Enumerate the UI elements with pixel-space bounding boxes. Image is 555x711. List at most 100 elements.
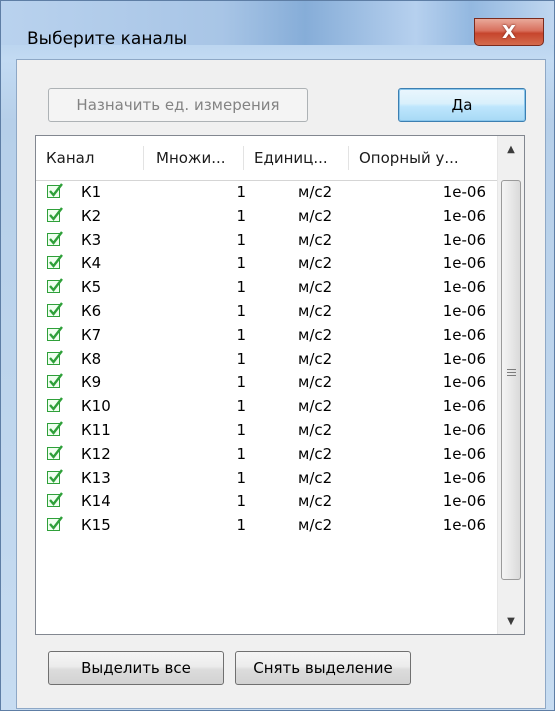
cell-unit: м/с2 <box>298 325 333 344</box>
list-row[interactable]: К13 1 м/с2 1e-06 <box>36 467 498 490</box>
cell-reference: 1e-06 <box>442 254 486 273</box>
cell-unit: м/с2 <box>298 516 333 535</box>
title-bar[interactable]: Выберите каналы X <box>1 1 554 49</box>
cell-reference: 1e-06 <box>442 373 486 392</box>
cell-multiplier: 1 <box>236 206 246 225</box>
column-header-unit[interactable]: Единиц... <box>244 136 349 180</box>
green-check-icon[interactable] <box>47 373 63 389</box>
cell-unit: м/с2 <box>298 492 333 511</box>
green-check-icon[interactable] <box>47 230 63 246</box>
scroll-grip-icon <box>507 369 516 378</box>
cell-multiplier: 1 <box>236 516 246 535</box>
channels-list[interactable]: Канал Множи... Единиц... Опорный у... К1… <box>35 135 525 635</box>
cell-unit: м/с2 <box>298 373 333 392</box>
list-row[interactable]: К11 1 м/с2 1e-06 <box>36 419 498 442</box>
cell-multiplier: 1 <box>236 421 246 439</box>
chevron-up-icon[interactable]: ▲ <box>498 136 524 162</box>
green-check-icon[interactable] <box>47 516 63 532</box>
cell-reference: 1e-06 <box>442 206 486 225</box>
list-row[interactable]: К5 1 м/с2 1e-06 <box>36 276 498 299</box>
cell-multiplier: 1 <box>236 230 246 249</box>
cell-unit: м/с2 <box>298 206 333 225</box>
list-row[interactable]: К10 1 м/с2 1e-06 <box>36 395 498 418</box>
vertical-scrollbar[interactable]: ▲ ▼ <box>497 136 524 634</box>
green-check-icon[interactable] <box>47 468 63 484</box>
cell-reference: 1e-06 <box>442 421 486 439</box>
list-row[interactable]: К2 1 м/с2 1e-06 <box>36 205 498 228</box>
cell-reference: 1e-06 <box>442 325 486 344</box>
cell-channel: К11 <box>81 421 111 439</box>
green-check-icon[interactable] <box>47 302 63 317</box>
green-check-icon[interactable] <box>47 445 63 460</box>
cell-unit: м/с2 <box>298 349 333 368</box>
cell-reference: 1e-06 <box>442 183 486 201</box>
cell-channel: К9 <box>81 373 102 392</box>
cell-reference: 1e-06 <box>442 349 486 368</box>
green-check-icon[interactable] <box>47 492 63 508</box>
cell-channel: К10 <box>81 397 111 416</box>
cell-channel: К15 <box>81 516 111 535</box>
list-row[interactable]: К7 1 м/с2 1e-06 <box>36 324 498 347</box>
list-row[interactable]: К9 1 м/с2 1e-06 <box>36 371 498 394</box>
list-row[interactable]: К8 1 м/с2 1e-06 <box>36 348 498 371</box>
cell-reference: 1e-06 <box>442 516 486 535</box>
scroll-thumb[interactable] <box>501 180 521 580</box>
list-row[interactable]: К6 1 м/с2 1e-06 <box>36 300 498 323</box>
cell-unit: м/с2 <box>298 302 333 320</box>
column-header-multiplier[interactable]: Множи... <box>144 136 244 180</box>
cell-reference: 1e-06 <box>442 468 486 487</box>
window-title: Выберите каналы <box>27 29 188 49</box>
green-check-icon[interactable] <box>47 349 63 365</box>
chevron-down-icon[interactable]: ▼ <box>498 608 524 634</box>
cell-multiplier: 1 <box>236 325 246 344</box>
list-header: Канал Множи... Единиц... Опорный у... <box>36 136 498 181</box>
cell-unit: м/с2 <box>298 397 333 416</box>
cell-unit: м/с2 <box>298 421 333 439</box>
cell-channel: К3 <box>81 230 102 249</box>
cell-channel: К5 <box>81 278 102 297</box>
column-header-reference[interactable]: Опорный у... <box>349 136 498 180</box>
cell-channel: К4 <box>81 254 102 273</box>
list-row[interactable]: К4 1 м/с2 1e-06 <box>36 252 498 275</box>
cell-reference: 1e-06 <box>442 397 486 416</box>
green-check-icon[interactable] <box>47 183 63 198</box>
close-button[interactable]: X <box>474 18 544 46</box>
column-header-channel[interactable]: Канал <box>36 136 144 180</box>
cell-reference: 1e-06 <box>442 230 486 249</box>
list-row[interactable]: К12 1 м/с2 1e-06 <box>36 443 498 466</box>
list-row[interactable]: К3 1 м/с2 1e-06 <box>36 229 498 252</box>
cell-channel: К8 <box>81 349 102 368</box>
cell-multiplier: 1 <box>236 349 246 368</box>
cell-unit: м/с2 <box>298 468 333 487</box>
cell-unit: м/с2 <box>298 278 333 297</box>
select-all-button[interactable]: Выделить все <box>48 651 224 685</box>
green-check-icon[interactable] <box>47 397 63 413</box>
green-check-icon[interactable] <box>47 326 63 341</box>
cell-multiplier: 1 <box>236 373 246 392</box>
cell-multiplier: 1 <box>236 492 246 511</box>
assign-units-button[interactable]: Назначить ед. измерения <box>48 88 308 122</box>
ok-button[interactable]: Да <box>398 88 526 122</box>
cell-channel: К1 <box>81 183 102 201</box>
list-row[interactable]: К1 1 м/с2 1e-06 <box>36 181 498 204</box>
cell-channel: К14 <box>81 492 111 511</box>
cell-channel: К13 <box>81 468 111 487</box>
cell-reference: 1e-06 <box>442 492 486 511</box>
cell-multiplier: 1 <box>236 302 246 320</box>
cell-unit: м/с2 <box>298 183 333 201</box>
cell-channel: К7 <box>81 325 102 344</box>
cell-channel: К2 <box>81 206 102 225</box>
cell-channel: К6 <box>81 302 102 320</box>
green-check-icon[interactable] <box>47 421 63 436</box>
cell-multiplier: 1 <box>236 468 246 487</box>
cell-multiplier: 1 <box>236 183 246 201</box>
list-row[interactable]: К15 1 м/с2 1e-06 <box>36 514 498 537</box>
cell-unit: м/с2 <box>298 230 333 249</box>
green-check-icon[interactable] <box>47 254 63 270</box>
green-check-icon[interactable] <box>47 207 63 222</box>
cell-unit: м/с2 <box>298 444 333 463</box>
green-check-icon[interactable] <box>47 278 63 294</box>
list-row[interactable]: К14 1 м/с2 1e-06 <box>36 490 498 513</box>
clear-selection-button[interactable]: Снять выделение <box>235 651 411 685</box>
cell-multiplier: 1 <box>236 397 246 416</box>
